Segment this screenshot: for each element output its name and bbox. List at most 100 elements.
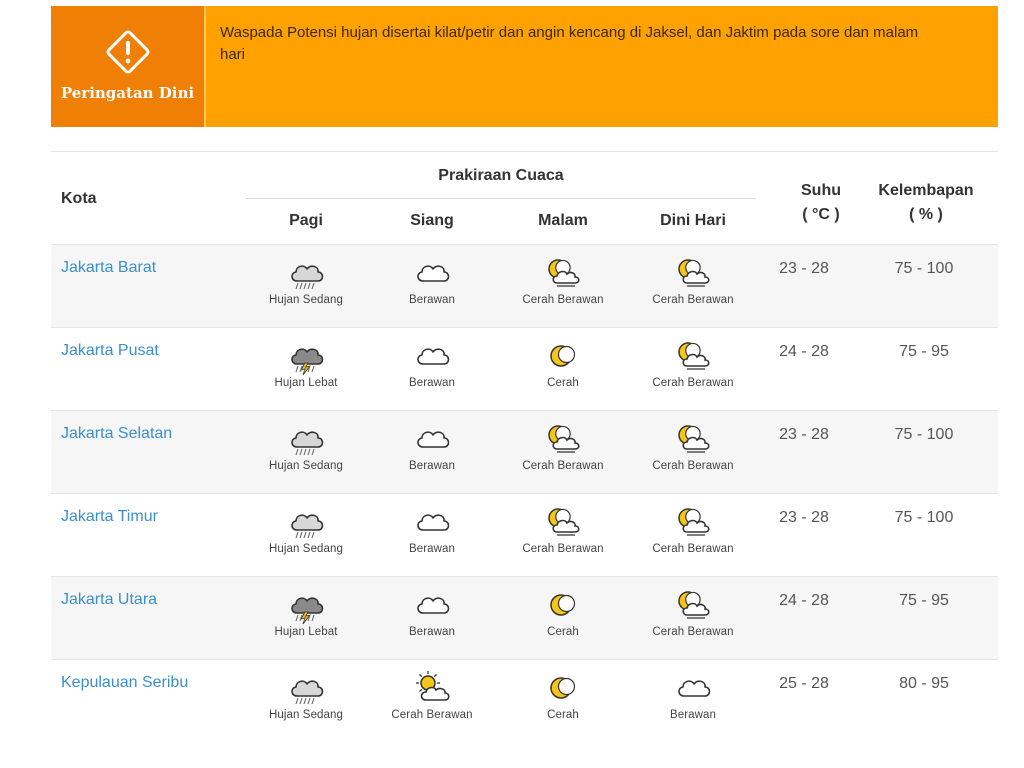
cloud-icon	[367, 255, 497, 293]
rain-cloud-icon	[241, 421, 371, 459]
forecast-cell: Berawan	[367, 338, 497, 389]
forecast-label: Berawan	[408, 377, 456, 389]
moon-icon	[498, 587, 628, 625]
moon-icon	[498, 338, 628, 376]
forecast-label: Cerah	[547, 377, 579, 389]
forecast-label: Hujan Lebat	[274, 377, 338, 389]
forecast-label: Cerah Berawan	[652, 294, 734, 306]
humidity-value: 75 - 95	[899, 592, 949, 609]
table-row: Jakarta Barat Hujan Sedang Berawan Cerah Be…	[51, 244, 998, 327]
forecast-label: Hujan Sedang	[268, 709, 344, 721]
humidity-value: 75 - 100	[894, 509, 954, 526]
forecast-cell: Hujan Sedang	[241, 255, 371, 306]
forecast-label: Berawan	[408, 460, 456, 472]
header-temperature-label: Suhu	[801, 182, 841, 199]
city-link[interactable]: Jakarta Barat	[61, 259, 156, 277]
forecast-label: Hujan Sedang	[268, 543, 344, 555]
forecast-label: Cerah Berawan	[522, 294, 604, 306]
header-humidity-unit: ( % )	[909, 206, 943, 223]
forecast-cell: Cerah Berawan	[367, 670, 497, 721]
cloud-icon	[367, 338, 497, 376]
rain-cloud-icon	[241, 255, 371, 293]
cloud-icon	[367, 421, 497, 459]
forecast-label: Cerah Berawan	[652, 460, 734, 472]
warning-icon	[102, 26, 154, 78]
temperature-value: 24 - 28	[779, 592, 829, 609]
forecast-label: Hujan Lebat	[274, 626, 338, 638]
forecast-cell: Berawan	[367, 255, 497, 306]
forecast-label: Cerah Berawan	[652, 377, 734, 389]
city-link[interactable]: Jakarta Utara	[61, 591, 157, 609]
sun-cloud-icon	[367, 670, 497, 708]
forecast-label: Cerah Berawan	[522, 543, 604, 555]
forecast-label: Cerah Berawan	[522, 460, 604, 472]
temperature-value: 24 - 28	[779, 343, 829, 360]
header-period-night: Malam	[538, 212, 588, 229]
early-warning-banner: Peringatan Dini Waspada Potensi hujan di…	[51, 6, 998, 127]
header-period-noon: Siang	[410, 212, 454, 229]
humidity-value: 75 - 95	[899, 343, 949, 360]
city-link[interactable]: Jakarta Selatan	[61, 425, 172, 443]
table-header: Kota Prakiraan Cuaca Pagi Siang Malam Di…	[51, 152, 998, 244]
cloud-icon	[367, 587, 497, 625]
rain-cloud-icon	[241, 670, 371, 708]
forecast-label: Berawan	[408, 543, 456, 555]
moon-cloud-icon	[498, 421, 628, 459]
forecast-cell: Cerah	[498, 670, 628, 721]
header-period-early-morning: Dini Hari	[660, 212, 726, 229]
table-row: Jakarta Selatan Hujan Sedang Berawan Cerah …	[51, 410, 998, 493]
storm-cloud-icon	[241, 587, 371, 625]
header-period-morning: Pagi	[289, 212, 323, 229]
header-temperature-unit: ( °C )	[802, 206, 840, 223]
header-divider	[246, 198, 756, 199]
forecast-cell: Cerah Berawan	[498, 255, 628, 306]
forecast-label: Berawan	[669, 709, 717, 721]
table-row: Jakarta Utara Hujan Lebat Berawan Cerah Cera…	[51, 576, 998, 659]
warning-badge: Peringatan Dini	[51, 6, 206, 127]
temperature-value: 23 - 28	[779, 426, 829, 443]
forecast-label: Cerah	[547, 626, 579, 638]
warning-message: Waspada Potensi hujan disertai kilat/pet…	[220, 24, 919, 63]
forecast-cell: Berawan	[367, 421, 497, 472]
forecast-cell: Hujan Lebat	[241, 338, 371, 389]
forecast-label: Berawan	[408, 626, 456, 638]
forecast-cell: Cerah	[498, 587, 628, 638]
humidity-value: 80 - 95	[899, 675, 949, 692]
table-row: Jakarta Timur Hujan Sedang Berawan Cerah Be…	[51, 493, 998, 576]
forecast-cell: Cerah Berawan	[498, 421, 628, 472]
rain-cloud-icon	[241, 504, 371, 542]
header-forecast: Prakiraan Cuaca	[438, 167, 564, 184]
temperature-value: 23 - 28	[779, 260, 829, 277]
header-humidity: Kelembapan ( % )	[861, 179, 991, 227]
temperature-value: 25 - 28	[779, 675, 829, 692]
city-link[interactable]: Jakarta Pusat	[61, 342, 159, 360]
moon-icon	[498, 670, 628, 708]
forecast-cell: Berawan	[367, 504, 497, 555]
cloud-icon	[367, 504, 497, 542]
storm-cloud-icon	[241, 338, 371, 376]
weather-forecast-table: Kota Prakiraan Cuaca Pagi Siang Malam Di…	[51, 151, 998, 743]
city-link[interactable]: Kepulauan Seribu	[61, 674, 188, 692]
header-city: Kota	[61, 190, 97, 207]
forecast-cell: Hujan Sedang	[241, 504, 371, 555]
moon-cloud-icon	[498, 504, 628, 542]
forecast-cell: Berawan	[367, 587, 497, 638]
forecast-cell: Cerah Berawan	[498, 504, 628, 555]
moon-cloud-icon	[498, 255, 628, 293]
header-humidity-label: Kelembapan	[878, 182, 974, 199]
city-link[interactable]: Jakarta Timur	[61, 508, 158, 526]
forecast-label: Cerah Berawan	[391, 709, 473, 721]
forecast-label: Cerah Berawan	[652, 626, 734, 638]
temperature-value: 23 - 28	[779, 509, 829, 526]
forecast-label: Hujan Sedang	[268, 294, 344, 306]
warning-badge-label: Peringatan Dini	[60, 84, 195, 102]
forecast-label: Cerah Berawan	[652, 543, 734, 555]
humidity-value: 75 - 100	[894, 426, 954, 443]
table-row: Kepulauan Seribu Hujan Sedang Cerah Berawa…	[51, 659, 998, 742]
forecast-cell: Hujan Lebat	[241, 587, 371, 638]
forecast-label: Berawan	[408, 294, 456, 306]
humidity-value: 75 - 100	[894, 260, 954, 277]
forecast-cell: Hujan Sedang	[241, 670, 371, 721]
forecast-label: Hujan Sedang	[268, 460, 344, 472]
forecast-cell: Hujan Sedang	[241, 421, 371, 472]
